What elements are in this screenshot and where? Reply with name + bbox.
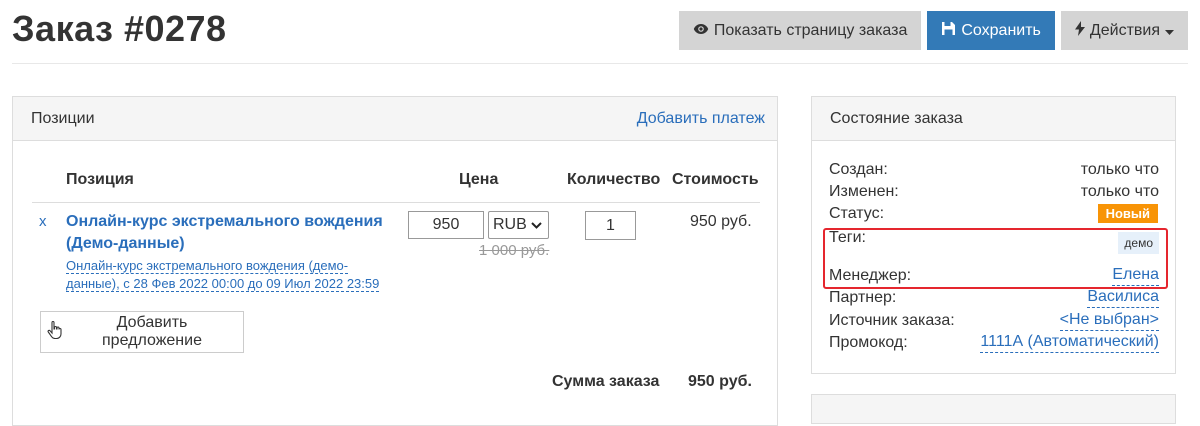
old-price: 1 000 руб. [479, 242, 550, 259]
created-value: только что [1080, 161, 1159, 178]
status-label: Статус: [829, 205, 885, 222]
toolbar: Показать страницу заказа Сохранить Дейст… [678, 11, 1188, 50]
modified-value: только что [1080, 183, 1159, 200]
partner-row: Партнер: Василиса [829, 288, 1159, 308]
show-order-page-button[interactable]: Показать страницу заказа [678, 11, 922, 50]
column-header-position: Позиция [66, 171, 134, 188]
price-input[interactable]: 950 [408, 211, 484, 239]
order-total-label: Сумма заказа [552, 373, 660, 390]
modified-label: Изменен: [829, 183, 899, 200]
item-offer-link[interactable]: Онлайн-курс экстремального вождения (дем… [66, 257, 391, 293]
status-row: Статус: Новый [829, 204, 1159, 224]
order-state-title: Состояние заказа [830, 109, 963, 127]
save-button[interactable]: Сохранить [927, 11, 1055, 50]
add-offer-button[interactable]: Добавить предложение [40, 311, 244, 353]
manager-link[interactable]: Елена [1112, 266, 1159, 286]
caret-down-icon [1165, 22, 1174, 40]
promo-label: Промокод: [829, 334, 908, 351]
items-panel-heading: Позиции Добавить платеж [13, 97, 777, 141]
column-header-quantity: Количество [567, 171, 661, 188]
actions-label: Действия [1089, 21, 1160, 39]
promo-link[interactable]: 1111А (Автоматический) [980, 333, 1159, 353]
manager-row: Менеджер: Елена [829, 266, 1159, 286]
item-cost: 950 руб. [690, 213, 752, 230]
save-label: Сохранить [961, 21, 1041, 39]
item-offer-text: Онлайн-курс экстремального вождения (дем… [66, 258, 380, 292]
partner-label: Партнер: [829, 289, 897, 306]
currency-value: RUB [493, 216, 527, 233]
modified-row: Изменен: только что [829, 182, 1159, 202]
source-label: Источник заказа: [829, 312, 955, 329]
show-order-page-label: Показать страницу заказа [713, 21, 908, 39]
promo-row: Промокод: 1111А (Автоматический) [829, 333, 1159, 353]
next-panel [811, 394, 1176, 424]
item-title-link[interactable]: Онлайн-курс экстремального вождения (Дем… [66, 211, 386, 255]
created-label: Создан: [829, 161, 888, 178]
source-row: Источник заказа: <Не выбран> [829, 311, 1159, 331]
currency-select[interactable]: RUB [488, 211, 549, 239]
order-total-value: 950 руб. [688, 373, 752, 390]
column-header-cost: Стоимость [672, 171, 759, 188]
source-link[interactable]: <Не выбран> [1059, 311, 1159, 331]
status-badge[interactable]: Новый [1097, 204, 1158, 223]
title-divider [12, 63, 1188, 64]
floppy-disk-icon [941, 21, 956, 41]
pointing-hand-icon [47, 320, 63, 344]
quantity-input[interactable]: 1 [585, 211, 636, 240]
add-payment-link[interactable]: Добавить платеж [637, 110, 765, 128]
page-title: Заказ #0278 [12, 8, 227, 49]
lightning-bolt-icon [1074, 20, 1085, 41]
column-header-price: Цена [459, 171, 499, 188]
items-panel-title: Позиции [31, 109, 95, 127]
manager-label: Менеджер: [829, 267, 912, 284]
actions-dropdown-button[interactable]: Действия [1060, 11, 1188, 50]
tags-row: Теги: демо [829, 228, 1159, 264]
order-state-heading: Состояние заказа [812, 97, 1175, 141]
created-row: Создан: только что [829, 160, 1159, 180]
chevron-down-icon [531, 216, 542, 234]
table-header-divider [32, 202, 760, 203]
tag-badge[interactable]: демо [1118, 232, 1159, 254]
partner-link[interactable]: Василиса [1087, 288, 1159, 308]
tags-label: Теги: [829, 229, 866, 246]
eye-icon [693, 22, 709, 40]
remove-item-button[interactable]: x [39, 213, 47, 230]
add-offer-label: Добавить предложение [102, 314, 202, 349]
